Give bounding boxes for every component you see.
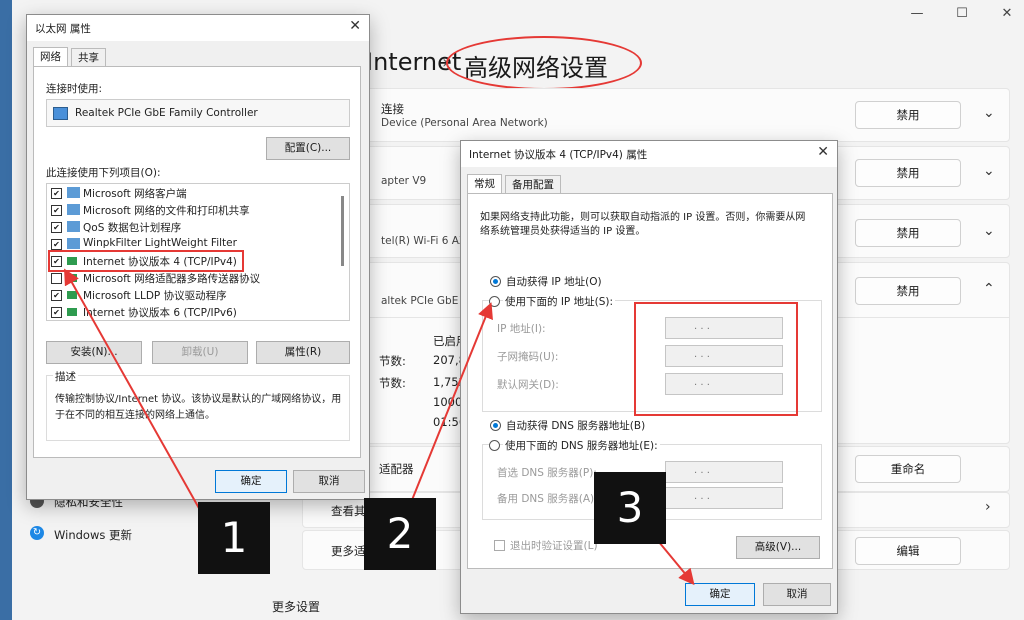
step-3-label: 3: [594, 472, 666, 544]
step-1-label: 1: [198, 502, 270, 574]
annotation-arrows: [64, 268, 695, 586]
step-2-label: 2: [364, 498, 436, 570]
arrow-step1: [64, 268, 201, 511]
arrow-step2: [411, 302, 493, 501]
